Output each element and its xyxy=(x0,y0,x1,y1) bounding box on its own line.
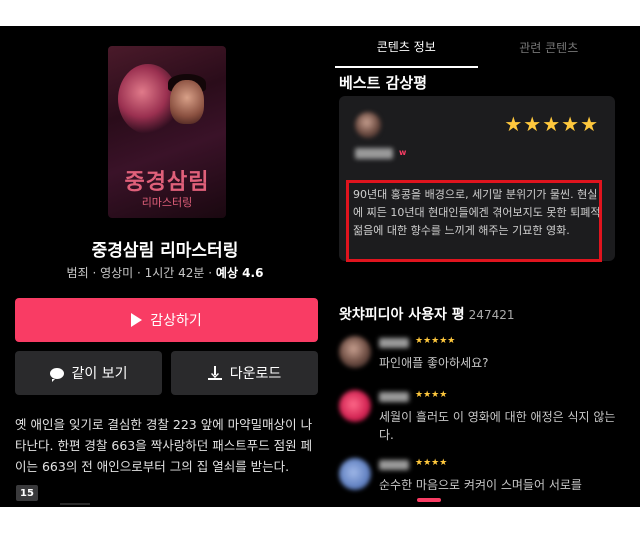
info-pane: 콘텐츠 정보 관련 콘텐츠 베스트 감상평 w ★★★★★ 90년대 홍콩을 배… xyxy=(325,26,640,507)
poster-figure-glow xyxy=(118,64,178,134)
user-reviews-count: 247421 xyxy=(468,308,515,322)
best-review-stars: ★★★★★ xyxy=(504,112,599,136)
user-reviews-title: 왓챠피디아 사용자 평 xyxy=(339,307,465,323)
tab-bar: 콘텐츠 정보 관련 콘텐츠 xyxy=(335,26,620,68)
user-review-stars: ★★★★ xyxy=(415,390,448,400)
scroll-indicator xyxy=(417,498,441,502)
reviewer-badge: w xyxy=(399,148,407,157)
watch-button-label: 감상하기 xyxy=(150,313,202,329)
movie-meta: 범죄 · 영상미 · 1시간 42분 · 예상 4.6 xyxy=(0,264,330,281)
watch-together-button[interactable]: 같이 보기 xyxy=(15,351,162,395)
user-avatar xyxy=(339,336,371,368)
movie-poster: 중경삼림 리마스터링 xyxy=(108,46,226,218)
highlight-annotation-box xyxy=(346,180,602,262)
best-review-card[interactable]: w ★★★★★ 90년대 홍콩을 배경으로, 세기말 분위기가 물씬. 현실에 … xyxy=(339,96,615,262)
reviewer-name-blurred xyxy=(355,148,393,159)
download-button[interactable]: 다운로드 xyxy=(171,351,318,395)
download-icon xyxy=(207,366,222,380)
content-detail-pane: 중경삼림 리마스터링 중경삼림 리마스터링 범죄 · 영상미 · 1시간 42분… xyxy=(0,26,324,507)
tab-content-info[interactable]: 콘텐츠 정보 xyxy=(335,26,478,68)
synopsis-text: 옛 애인을 잊기로 결심한 경찰 223 앞에 마약밀매상이 나타난다. 한편 … xyxy=(15,417,313,474)
app-window: 중경삼림 리마스터링 중경삼림 리마스터링 범죄 · 영상미 · 1시간 42분… xyxy=(0,26,640,507)
best-review-heading: 베스트 감상평 xyxy=(339,74,428,92)
reviewer-avatar xyxy=(355,112,381,138)
user-review-stars: ★★★★ xyxy=(415,458,448,468)
download-label: 다운로드 xyxy=(229,366,282,382)
user-name-blurred xyxy=(379,392,409,402)
watch-button[interactable]: 감상하기 xyxy=(15,298,318,342)
age-rating-badge: 15 xyxy=(16,485,38,501)
user-avatar xyxy=(339,458,371,490)
chat-bubble-icon xyxy=(49,367,64,382)
user-review-stars: ★★★★★ xyxy=(415,336,456,346)
movie-title: 중경삼림 리마스터링 xyxy=(91,241,239,261)
poster-figure-face xyxy=(170,80,204,124)
user-review-text: 순수한 마음으로 켜켜이 스며들어 서로를 xyxy=(379,478,582,492)
user-reviews-heading: 왓챠피디아 사용자 평 247421 xyxy=(339,304,514,324)
poster-title-art: 중경삼림 xyxy=(124,169,210,195)
user-review-text: 파인애플 좋아하세요? xyxy=(379,356,489,370)
expected-rating: 예상 4.6 xyxy=(215,266,264,280)
play-icon xyxy=(131,313,143,327)
user-review-text: 세월이 흘러도 이 영화에 대한 애정은 식지 않는다. xyxy=(379,410,616,442)
user-name-blurred xyxy=(379,338,409,348)
user-avatar xyxy=(339,390,371,422)
watch-together-label: 같이 보기 xyxy=(71,366,128,382)
divider xyxy=(60,503,90,505)
movie-meta-text: 범죄 · 영상미 · 1시간 42분 · xyxy=(66,266,216,280)
poster-subtitle-art: 리마스터링 xyxy=(141,196,193,209)
user-name-blurred xyxy=(379,460,409,470)
tab-related-content[interactable]: 관련 콘텐츠 xyxy=(478,26,621,68)
